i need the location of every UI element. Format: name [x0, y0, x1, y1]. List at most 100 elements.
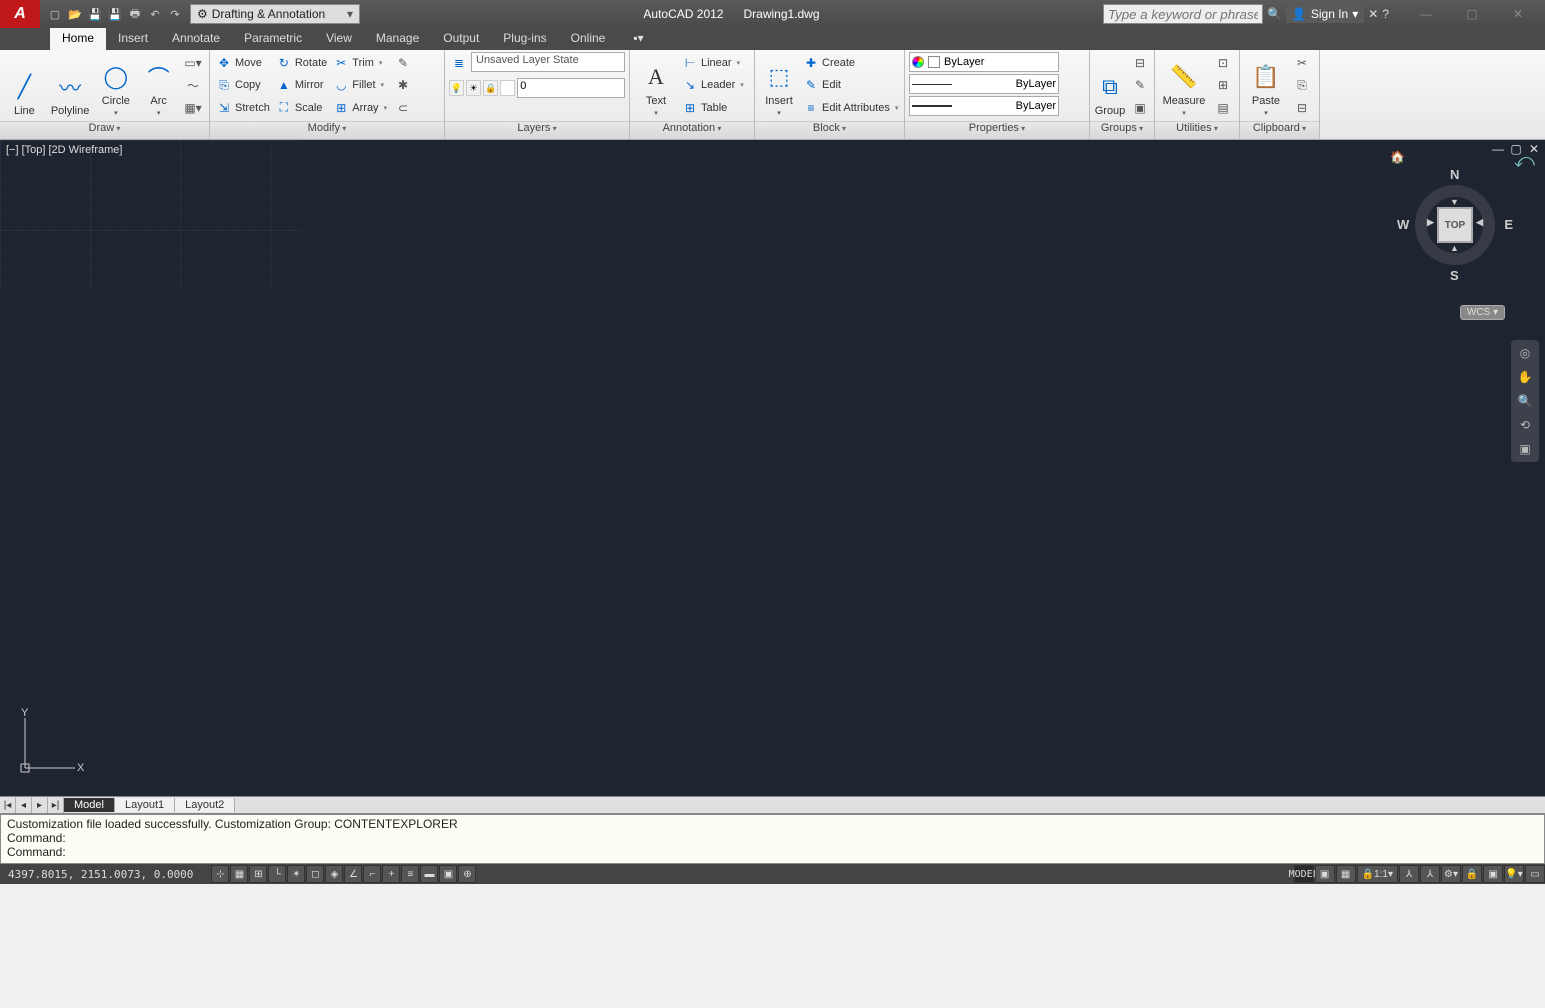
viewcube-n[interactable]: N: [1450, 167, 1459, 182]
layout-tab-layout2[interactable]: Layout2: [175, 798, 235, 812]
block-create-button[interactable]: ✚Create: [801, 52, 900, 74]
leader-button[interactable]: ↘Leader▾: [680, 74, 746, 96]
line-button[interactable]: ╱Line: [4, 52, 45, 119]
layer-on-icon[interactable]: 💡: [449, 80, 464, 96]
arc-button[interactable]: ⌒Arc▾: [138, 52, 179, 119]
viewcube-rotate-icon[interactable]: ⤺: [1514, 150, 1535, 173]
hatch-icon[interactable]: ▦▾: [183, 98, 203, 118]
cut-icon[interactable]: ✂: [1292, 53, 1312, 73]
nav-orbit-icon[interactable]: ⟲: [1520, 418, 1530, 432]
search-dropdown-icon[interactable]: 🔍: [1267, 7, 1282, 21]
util-icon-1[interactable]: ⊡: [1213, 53, 1233, 73]
layout-first-icon[interactable]: |◂: [0, 797, 16, 813]
tab-annotate[interactable]: Annotate: [160, 28, 232, 50]
mirror-button[interactable]: ▲Mirror: [274, 74, 329, 96]
offset-icon[interactable]: ⊂: [393, 98, 413, 118]
search-input[interactable]: [1103, 4, 1263, 24]
sb-clean-icon[interactable]: ▭: [1525, 865, 1545, 883]
fillet-button[interactable]: ◡Fillet▾: [331, 74, 389, 96]
nav-zoom-icon[interactable]: 🔍: [1518, 394, 1533, 408]
stretch-button[interactable]: ⇲Stretch: [214, 97, 272, 119]
block-edit-button[interactable]: ✎Edit: [801, 74, 900, 96]
panel-label-block[interactable]: Block: [755, 121, 904, 139]
sb-otrack-icon[interactable]: ∠: [344, 865, 362, 883]
layout-prev-icon[interactable]: ◂: [16, 797, 32, 813]
sb-3dosnap-icon[interactable]: ◈: [325, 865, 343, 883]
move-button[interactable]: ✥Move: [214, 52, 272, 74]
nav-pan-icon[interactable]: ✋: [1518, 370, 1533, 384]
layout-tab-layout1[interactable]: Layout1: [115, 798, 175, 812]
ungroup-icon[interactable]: ⊟: [1130, 53, 1150, 73]
sb-annovis-icon[interactable]: ⅄: [1399, 865, 1419, 883]
util-icon-2[interactable]: ⊞: [1213, 75, 1233, 95]
tab-home[interactable]: Home: [50, 28, 106, 50]
sb-quickview-icon[interactable]: ▦: [1336, 865, 1356, 883]
sb-infer-icon[interactable]: ⊹: [211, 865, 229, 883]
close-icon[interactable]: ✕: [1495, 0, 1541, 28]
panel-label-clipboard[interactable]: Clipboard: [1240, 121, 1319, 139]
viewport-label[interactable]: [−] [Top] [2D Wireframe]: [6, 144, 122, 156]
sb-snap-icon[interactable]: ▦: [230, 865, 248, 883]
lineweight-selector[interactable]: ByLayer: [909, 96, 1059, 116]
sb-hardware-icon[interactable]: ▣: [1483, 865, 1503, 883]
text-button[interactable]: AText▾: [634, 52, 678, 119]
viewcube-face[interactable]: TOP: [1437, 207, 1473, 243]
viewport-minimize-icon[interactable]: —: [1491, 142, 1505, 156]
layer-icon-1[interactable]: ≣: [449, 52, 469, 74]
erase-icon[interactable]: ✎: [393, 53, 413, 73]
coords-readout[interactable]: 4397.8015, 2151.0073, 0.0000: [0, 868, 201, 881]
command-window[interactable]: Customization file loaded successfully. …: [0, 814, 1545, 864]
new-icon[interactable]: ▢: [46, 5, 64, 23]
layer-state-select[interactable]: Unsaved Layer State: [471, 52, 625, 72]
sb-isolate-icon[interactable]: 💡▾: [1504, 865, 1524, 883]
redo-icon[interactable]: ↷: [166, 5, 184, 23]
workspace-selector[interactable]: ⚙Drafting & Annotation▾: [190, 4, 360, 24]
open-icon[interactable]: 📂: [66, 5, 84, 23]
rotate-button[interactable]: ↻Rotate: [274, 52, 329, 74]
color-selector[interactable]: ByLayer: [909, 52, 1059, 72]
scale-button[interactable]: ⛶Scale: [274, 97, 329, 119]
tab-parametric[interactable]: Parametric: [232, 28, 314, 50]
exchange-icon[interactable]: ✕: [1368, 7, 1378, 21]
tab-manage[interactable]: Manage: [364, 28, 431, 50]
copy-button[interactable]: ⎘Copy: [214, 74, 272, 96]
sb-sc-icon[interactable]: ⊕: [458, 865, 476, 883]
layer-color-swatch[interactable]: [500, 80, 515, 96]
tab-output[interactable]: Output: [431, 28, 491, 50]
sb-ducs-icon[interactable]: ⌐: [363, 865, 381, 883]
circle-button[interactable]: ◯Circle▾: [95, 52, 136, 119]
panel-label-groups[interactable]: Groups: [1090, 121, 1154, 139]
undo-icon[interactable]: ↶: [146, 5, 164, 23]
layout-next-icon[interactable]: ▸: [32, 797, 48, 813]
layout-tab-model[interactable]: Model: [64, 798, 115, 812]
panel-label-modify[interactable]: Modify: [210, 121, 444, 139]
nav-showmotion-icon[interactable]: ▣: [1519, 442, 1530, 456]
viewcube-w[interactable]: W: [1397, 217, 1409, 232]
modelspace-label[interactable]: MODEL: [1294, 865, 1314, 883]
sb-toolbar-lock-icon[interactable]: 🔒: [1462, 865, 1482, 883]
sb-layout-icon[interactable]: ▣: [1315, 865, 1335, 883]
insert-button[interactable]: ⬚Insert▾: [759, 52, 799, 119]
sb-annoauto-icon[interactable]: ⅄: [1420, 865, 1440, 883]
nav-wheel-icon[interactable]: ◎: [1520, 346, 1530, 360]
layer-lock-icon[interactable]: 🔒: [483, 80, 498, 96]
measure-button[interactable]: 📏Measure▾: [1159, 52, 1209, 119]
copy-clip-icon[interactable]: ⎘: [1292, 75, 1312, 95]
panel-label-properties[interactable]: Properties: [905, 121, 1089, 139]
linetype-selector[interactable]: ByLayer: [909, 74, 1059, 94]
array-button[interactable]: ⊞Array▾: [331, 97, 389, 119]
panel-label-layers[interactable]: Layers: [445, 121, 629, 139]
rectangle-icon[interactable]: ▭▾: [183, 53, 203, 73]
sb-polar-icon[interactable]: ✴: [287, 865, 305, 883]
sb-dyn-icon[interactable]: +: [382, 865, 400, 883]
panel-label-annotation[interactable]: Annotation: [630, 121, 754, 139]
util-icon-3[interactable]: ▤: [1213, 98, 1233, 118]
layer-selector[interactable]: 0: [517, 78, 625, 98]
print-icon[interactable]: 🖶: [126, 5, 144, 23]
tab-insert[interactable]: Insert: [106, 28, 160, 50]
layer-freeze-icon[interactable]: ☀: [466, 80, 481, 96]
sb-qp-icon[interactable]: ▣: [439, 865, 457, 883]
explode-icon[interactable]: ✱: [393, 75, 413, 95]
sb-annoscale[interactable]: 🔒 1:1▾: [1357, 865, 1398, 883]
panel-label-utilities[interactable]: Utilities: [1155, 121, 1239, 139]
